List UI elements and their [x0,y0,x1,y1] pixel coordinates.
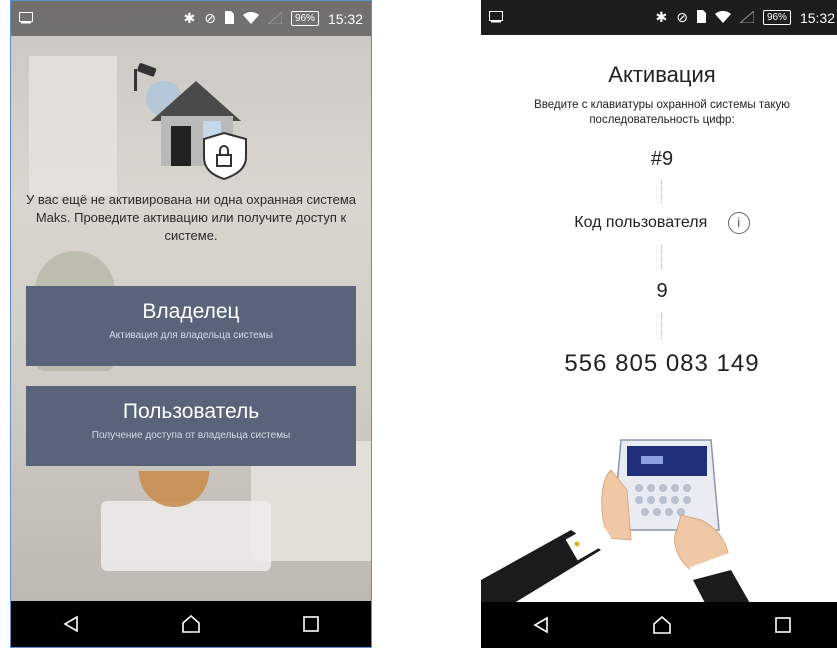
home-button[interactable] [171,604,211,644]
step-connector [661,180,662,204]
owner-button[interactable]: Владелец Активация для владельца системы [26,286,356,366]
recents-button[interactable] [763,605,803,645]
user-button[interactable]: Пользователь Получение доступа от владел… [26,386,356,466]
owner-button-title: Владелец [142,300,240,323]
cast-icon [19,11,33,27]
recents-icon [303,616,319,632]
user-button-title: Пользователь [122,400,260,423]
step1-code: #9 [650,148,674,170]
phone-screen-owner-choice: ✱ ⊘ 96% 15:32 У вас ещё не активирована … [10,0,372,648]
back-button[interactable] [521,605,561,645]
status-bar: ✱ ⊘ 96% 15:32 [11,1,371,36]
signal-icon [266,10,283,27]
keypad-hands-illustration [481,439,751,605]
wifi-icon [242,11,259,27]
back-button[interactable] [51,604,91,644]
navigation-bar [481,602,837,648]
left-hand-icon [481,469,632,605]
no-disturb-icon: ⊘ [676,9,688,25]
back-icon [63,615,78,633]
activation-instruction: Введите с клавиатуры охранной системы та… [534,99,790,126]
battery-icon: 96% [762,10,791,25]
home-icon [182,615,200,633]
sim-icon [224,10,234,27]
clock: 15:32 [327,10,363,27]
recents-icon [774,617,791,633]
background-window [29,56,117,196]
wifi-icon [714,10,731,26]
user-code-row: Код пользователя i [481,212,837,234]
shield-lock-icon [203,131,247,181]
status-bar: ✱ ⊘ 96% 15:32 [481,0,837,35]
clock: 15:32 [799,9,835,26]
house-security-illustration [134,63,247,181]
info-icon[interactable]: i [727,212,750,234]
cast-icon [489,10,503,26]
user-code-label: Код пользователя [574,214,708,232]
home-icon [653,616,671,634]
user-button-subtitle: Получение доступа от владельца системы [91,430,291,441]
battery-icon: 96% [290,11,319,26]
bluetooth-icon: ✱ [655,9,668,25]
step2-code: 9 [656,280,668,302]
phone-screen-activation: ✱ ⊘ 96% 15:32 Активация Введите с клавиа… [481,0,837,648]
step-connector [661,312,662,340]
home-button[interactable] [642,605,682,645]
navigation-bar [11,601,371,647]
background-table [101,501,271,571]
step-connector [661,245,662,269]
signal-icon [738,9,755,26]
sim-icon [696,9,706,26]
page-title: Активация [608,62,716,87]
recents-button[interactable] [291,604,331,644]
no-disturb-icon: ⊘ [204,10,216,26]
bluetooth-icon: ✱ [183,10,196,26]
right-hand-icon [674,514,751,605]
final-activation-code: 556 805 083 149 [564,350,760,377]
back-icon [533,616,549,634]
intro-message: У вас ещё не активирована ни одна охранн… [25,192,357,243]
owner-button-subtitle: Активация для владельца системы [109,330,273,341]
